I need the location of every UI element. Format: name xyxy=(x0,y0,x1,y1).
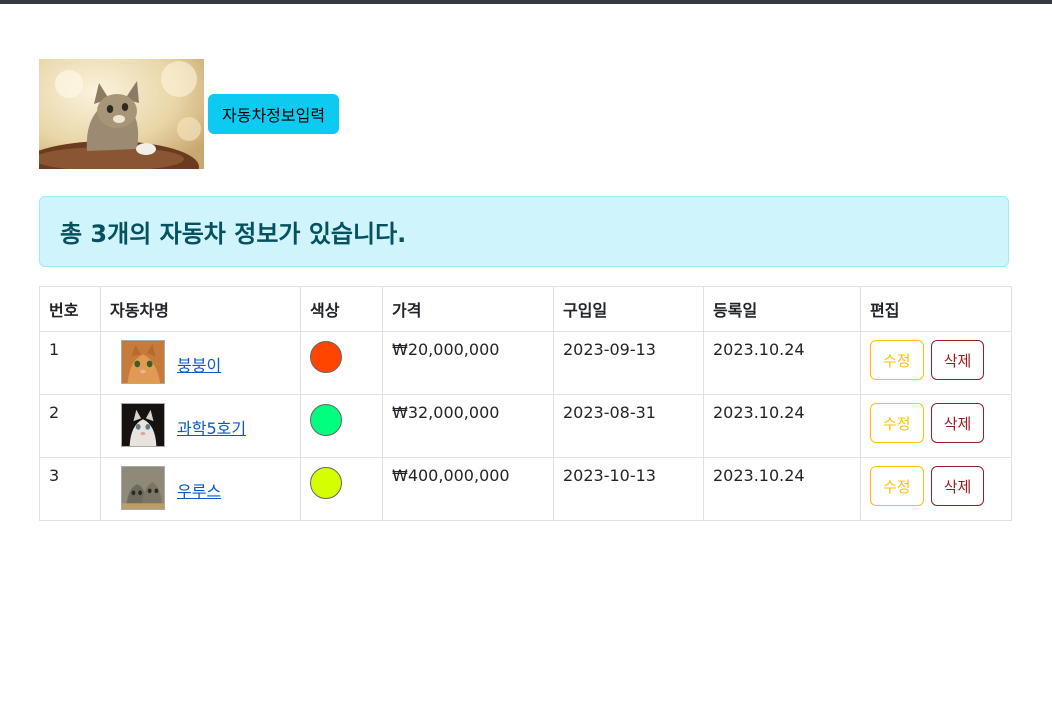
price-cell: ₩20,000,000 xyxy=(382,331,554,395)
edit-cell: 수정 삭제 xyxy=(860,331,1012,395)
cat-banner-image xyxy=(39,59,204,169)
car-thumbnail[interactable] xyxy=(121,340,165,384)
car-thumbnail[interactable] xyxy=(121,403,165,447)
price-cell: ₩400,000,000 xyxy=(382,457,554,521)
car-thumbnail[interactable] xyxy=(121,466,165,510)
row-number: 2 xyxy=(39,394,101,458)
edit-button[interactable]: 수정 xyxy=(870,403,924,443)
window-top-border xyxy=(0,0,1052,4)
edit-cell: 수정 삭제 xyxy=(860,457,1012,521)
header-edit: 편집 xyxy=(860,286,1012,332)
edit-button[interactable]: 수정 xyxy=(870,340,924,380)
car-name-cell: 붕붕이 xyxy=(100,331,301,395)
header-color: 색상 xyxy=(300,286,383,332)
color-swatch xyxy=(310,404,342,436)
car-name-link[interactable]: 붕붕이 xyxy=(177,349,221,376)
header-car-name: 자동차명 xyxy=(100,286,301,332)
header-price: 가격 xyxy=(382,286,554,332)
table-row: 3 우루스 ₩400,000,000 2023-10-13 2023.10.24… xyxy=(39,457,1012,521)
header-purchase-date: 구입일 xyxy=(553,286,704,332)
add-car-info-button[interactable]: 자동차정보입력 xyxy=(208,94,340,134)
table-header-row: 번호 자동차명 색상 가격 구입일 등록일 편집 xyxy=(39,286,1012,332)
car-name-link[interactable]: 우루스 xyxy=(177,475,221,502)
color-cell xyxy=(300,394,383,458)
row-number: 1 xyxy=(39,331,101,395)
car-count-alert: 총 3개의 자동차 정보가 있습니다. xyxy=(39,196,1009,267)
header-registration-date: 등록일 xyxy=(703,286,861,332)
car-name-link[interactable]: 과학5호기 xyxy=(177,412,246,439)
delete-button[interactable]: 삭제 xyxy=(930,340,985,380)
color-swatch xyxy=(310,341,342,373)
car-name-cell: 우루스 xyxy=(100,457,301,521)
registration-date-cell: 2023.10.24 xyxy=(703,457,861,521)
edit-button[interactable]: 수정 xyxy=(870,466,924,506)
header-number: 번호 xyxy=(39,286,101,332)
delete-button[interactable]: 삭제 xyxy=(930,403,985,443)
car-table: 번호 자동차명 색상 가격 구입일 등록일 편집 1 붕붕이 ₩20,000,0… xyxy=(39,286,1012,521)
header-row: 자동차정보입력 xyxy=(39,59,340,169)
car-name-cell: 과학5호기 xyxy=(100,394,301,458)
price-cell: ₩32,000,000 xyxy=(382,394,554,458)
delete-button[interactable]: 삭제 xyxy=(930,466,985,506)
edit-cell: 수정 삭제 xyxy=(860,394,1012,458)
registration-date-cell: 2023.10.24 xyxy=(703,331,861,395)
row-number: 3 xyxy=(39,457,101,521)
color-cell xyxy=(300,331,383,395)
registration-date-cell: 2023.10.24 xyxy=(703,394,861,458)
table-row: 2 과학5호기 ₩32,000,000 2023-08-31 2023.10.2… xyxy=(39,394,1012,458)
purchase-date-cell: 2023-10-13 xyxy=(553,457,704,521)
purchase-date-cell: 2023-09-13 xyxy=(553,331,704,395)
car-count-message: 총 3개의 자동차 정보가 있습니다. xyxy=(60,220,407,248)
table-row: 1 붕붕이 ₩20,000,000 2023-09-13 2023.10.24 … xyxy=(39,331,1012,395)
color-cell xyxy=(300,457,383,521)
color-swatch xyxy=(310,467,342,499)
purchase-date-cell: 2023-08-31 xyxy=(553,394,704,458)
